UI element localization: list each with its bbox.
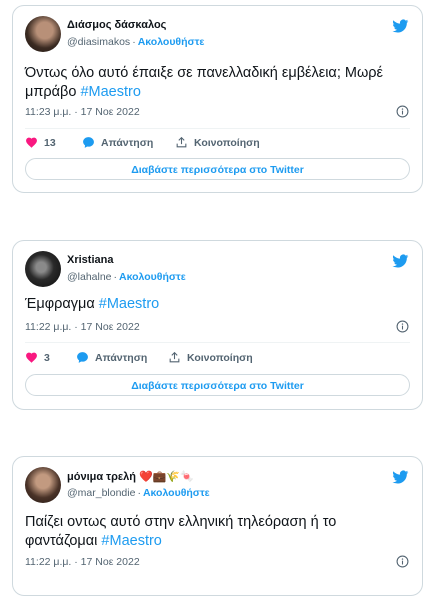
heart-icon [26,352,37,363]
divider [25,342,410,343]
hashtag-link[interactable]: #Maestro [99,296,159,312]
tweet-text: Έμφραγμα #Maestro [25,296,160,312]
twitter-bird-icon[interactable] [391,18,410,34]
follow-link[interactable]: Ακολουθήστε [143,487,210,499]
share-button[interactable]: Κοινοποίηση [168,351,253,364]
twitter-bird-icon[interactable] [391,469,410,485]
like-button[interactable]: 3 [25,351,50,364]
tweet-text: Παίζει οντως αυτό στην ελληνική τηλεόρασ… [25,514,337,549]
like-button[interactable]: 13 [25,136,56,149]
share-button[interactable]: Κοινοποίηση [175,136,260,149]
reply-bubble-icon [77,352,88,363]
read-more-button[interactable]: Διαβάστε περισσότερα στο Twitter [25,158,410,180]
tweet-card[interactable]: Xristiana @lahalne · Ακολουθήστε Έμφραγμα … [12,240,423,410]
heart-icon [26,137,37,148]
avatar[interactable] [25,467,61,503]
reply-label: Απάντηση [101,136,154,149]
tweet-header: Διάσμος δάσκαλος @diasimakos · Ακολουθήστε [25,16,410,54]
author-handle-line: @diasimakos · Ακολουθήστε [67,36,205,48]
author-handle-line: @mar_blondie · Ακολουθήστε [67,487,210,499]
hashtag-link[interactable]: #Maestro [101,533,161,549]
tweet-timestamp[interactable]: 11:22 μ.μ. · 17 Νοε 2022 [25,556,140,568]
hashtag-link[interactable]: #Maestro [80,84,140,100]
tweet-card[interactable]: Διάσμος δάσκαλος @diasimakos · Ακολουθήστε… [12,5,423,193]
read-more-button[interactable]: Διαβάστε περισσότερα στο Twitter [25,374,410,396]
tweet-header: Xristiana @lahalne · Ακολουθήστε [25,251,410,289]
author-name[interactable]: Διάσμος δάσκαλος [67,19,166,31]
tweet-header: μόνιμα τρελή ❤️💼🌾🍬 @mar_blondie · Ακολουθή… [25,467,410,505]
follow-link[interactable]: Ακολουθήστε [119,271,186,283]
info-icon[interactable] [396,320,409,333]
like-count: 13 [44,136,56,149]
share-icon [169,351,180,363]
author-name[interactable]: μόνιμα τρελή ❤️💼🌾🍬 [67,470,194,483]
follow-link[interactable]: Ακολουθήστε [138,36,205,48]
author-handle[interactable]: @mar_blondie [67,487,135,499]
tweet-timestamp[interactable]: 11:22 μ.μ. · 17 Νοε 2022 [25,321,140,333]
avatar[interactable] [25,16,61,52]
reply-label: Απάντηση [95,351,148,364]
reply-button[interactable]: Απάντηση [82,136,153,149]
divider [25,128,410,129]
share-label: Κοινοποίηση [194,136,260,149]
share-icon [176,136,187,148]
author-handle[interactable]: @diasimakos [67,36,130,48]
info-icon[interactable] [396,555,409,568]
like-count: 3 [44,351,50,364]
tweet-card[interactable]: μόνιμα τρελή ❤️💼🌾🍬 @mar_blondie · Ακολουθή… [12,456,423,596]
reply-bubble-icon [83,137,94,148]
author-handle-line: @lahalne · Ακολουθήστε [67,271,186,283]
share-label: Κοινοποίηση [187,351,253,364]
tweet-text: Όντως όλο αυτό έπαιξε σε πανελλαδική εμβ… [25,65,383,100]
info-icon[interactable] [396,105,409,118]
twitter-bird-icon[interactable] [391,253,410,269]
tweet-actions: 3 Απάντηση Κοινοποίηση [25,351,410,369]
author-name[interactable]: Xristiana [67,254,113,266]
reply-button[interactable]: Απάντηση [76,351,147,364]
tweet-actions: 13 Απάντηση Κοινοποίηση [25,136,410,154]
avatar[interactable] [25,251,61,287]
author-handle[interactable]: @lahalne [67,271,112,283]
tweet-timestamp[interactable]: 11:23 μ.μ. · 17 Νοε 2022 [25,106,140,118]
